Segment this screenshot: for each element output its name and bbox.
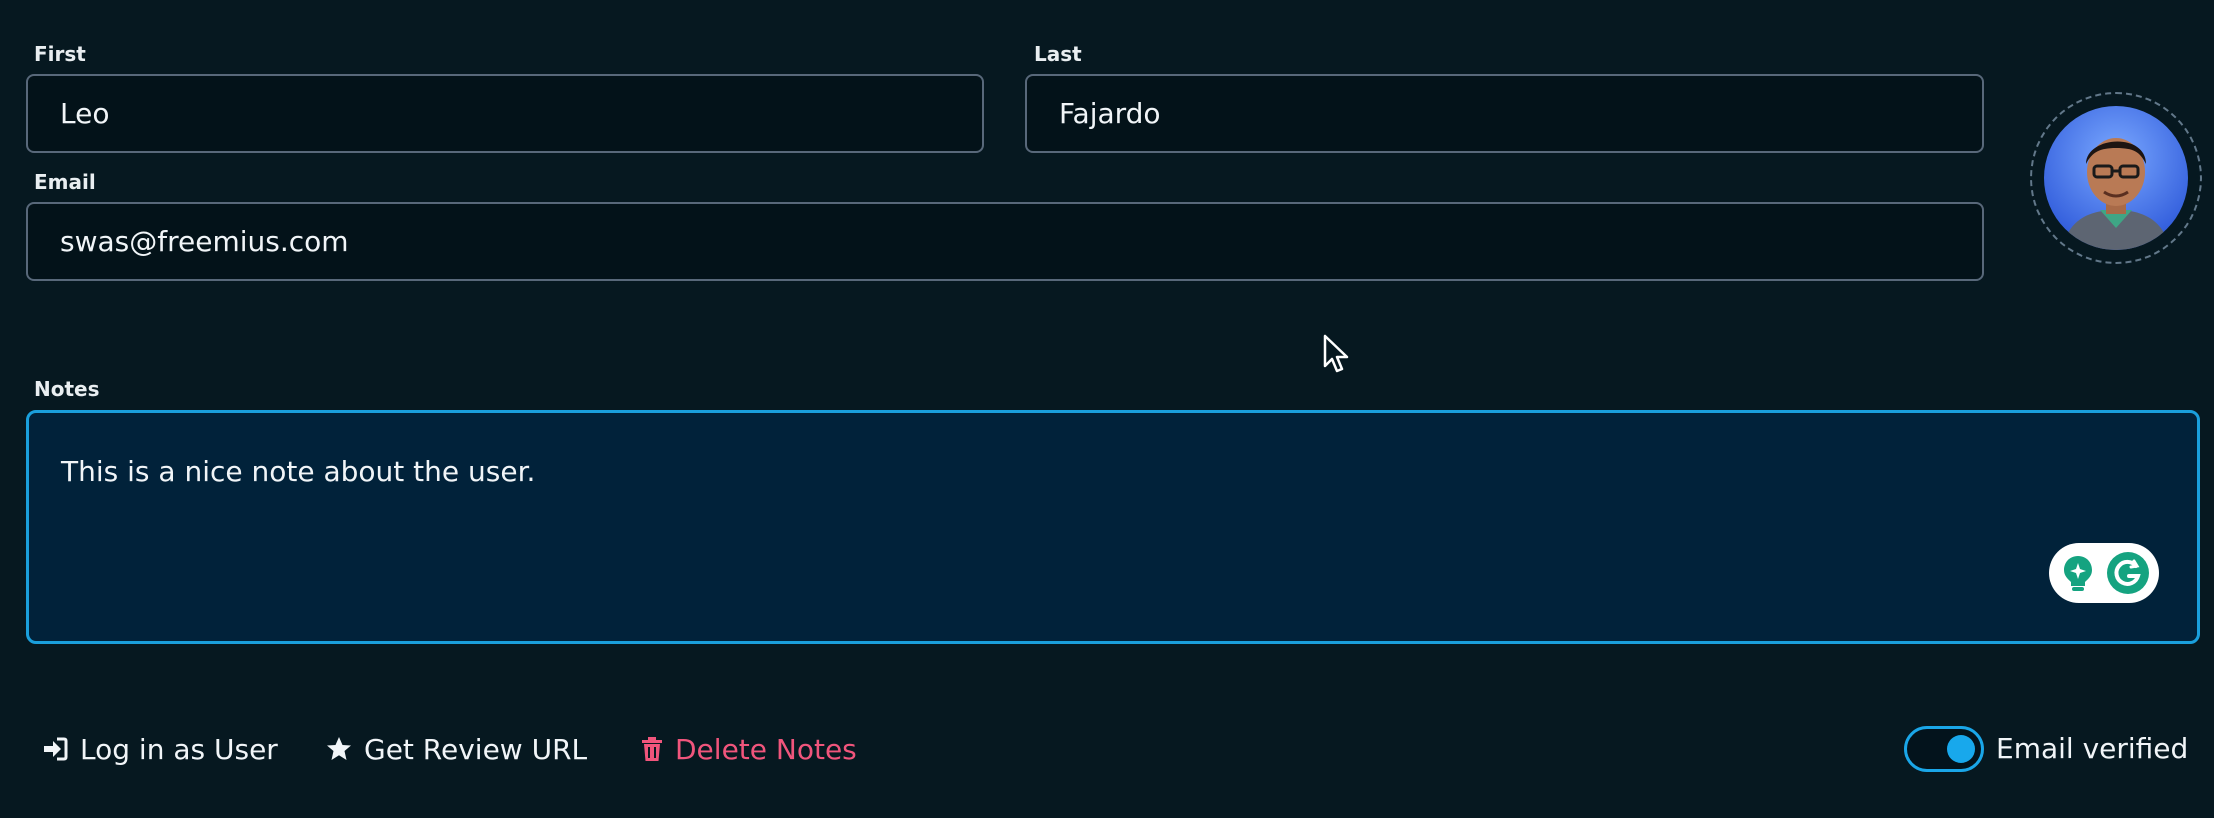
- first-name-input[interactable]: [26, 74, 984, 153]
- avatar: [2044, 106, 2188, 250]
- email-input[interactable]: [26, 202, 1984, 281]
- email-label: Email: [34, 170, 96, 194]
- lightbulb-icon[interactable]: [2057, 552, 2099, 594]
- avatar-upload[interactable]: [2030, 92, 2202, 264]
- last-name-label: Last: [1034, 42, 1082, 66]
- user-photo-icon: [2044, 106, 2188, 250]
- delete-notes-button[interactable]: Delete Notes: [641, 729, 857, 769]
- grammarly-widget[interactable]: [2049, 543, 2159, 603]
- toggle-knob: [1947, 735, 1975, 763]
- email-verified-label: Email verified: [1996, 732, 2189, 765]
- grammarly-g-icon[interactable]: [2107, 552, 2149, 594]
- user-profile-form: First Last Email: [0, 0, 2214, 818]
- mouse-cursor-icon: [1323, 334, 1349, 373]
- notes-label: Notes: [34, 377, 100, 401]
- get-review-url-button[interactable]: Get Review URL: [326, 729, 587, 769]
- login-as-user-label: Log in as User: [80, 732, 278, 766]
- sign-in-icon: [44, 737, 68, 761]
- delete-notes-label: Delete Notes: [675, 732, 857, 766]
- notes-textarea[interactable]: This is a nice note about the user.: [26, 410, 2200, 644]
- first-name-label: First: [34, 42, 86, 66]
- trash-icon: [642, 737, 662, 761]
- star-icon: [327, 737, 351, 760]
- get-review-url-label: Get Review URL: [364, 732, 588, 766]
- email-verified-toggle[interactable]: [1904, 726, 1984, 772]
- login-as-user-button[interactable]: Log in as User: [42, 729, 278, 769]
- last-name-input[interactable]: [1025, 74, 1984, 153]
